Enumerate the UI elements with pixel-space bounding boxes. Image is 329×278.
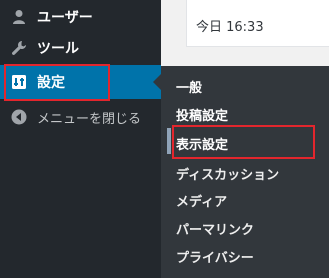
timestamp-text: 今日 16:33 <box>196 20 264 35</box>
submenu-item-discussion[interactable]: ディスカッション <box>176 164 279 183</box>
submenu-pointer <box>153 74 161 90</box>
sidebar-item-label: ツール <box>37 41 79 57</box>
sidebar-item-tools[interactable]: ツール <box>0 31 161 65</box>
submenu-item-media[interactable]: メディア <box>176 191 227 210</box>
sidebar-item-label: ユーザー <box>37 10 93 26</box>
collapse-menu-button[interactable]: メニューを閉じる <box>0 100 161 134</box>
submenu-item-permalinks[interactable]: パーマリンク <box>176 219 254 238</box>
collapse-menu-label: メニューを閉じる <box>37 111 142 127</box>
submenu-item-privacy[interactable]: プライバシー <box>176 247 254 266</box>
submenu-active-indicator <box>167 128 171 154</box>
wrench-icon <box>9 38 29 58</box>
sidebar-item-users[interactable]: ユーザー <box>0 0 161 34</box>
highlight-box-reading <box>172 125 315 159</box>
highlight-box-settings <box>4 64 110 101</box>
submenu-item-writing[interactable]: 投稿設定 <box>176 105 228 124</box>
submenu-item-general[interactable]: 一般 <box>176 77 202 96</box>
user-icon <box>9 7 29 27</box>
collapse-arrow-icon <box>9 107 29 127</box>
